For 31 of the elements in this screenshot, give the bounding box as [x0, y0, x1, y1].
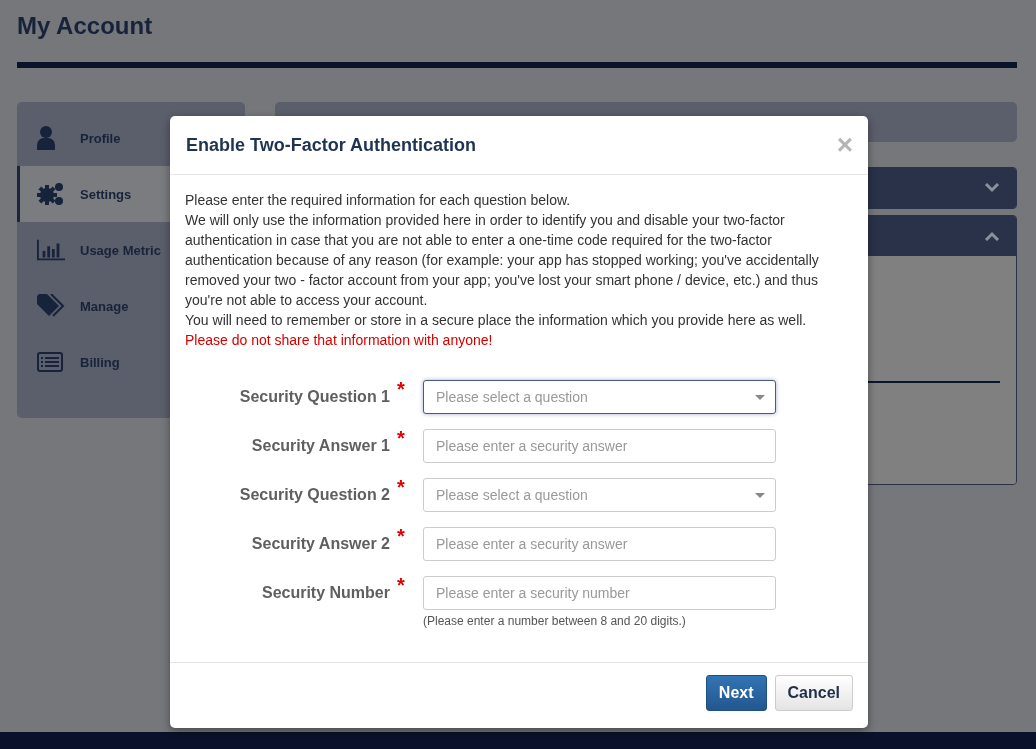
required-mark: *	[397, 429, 406, 451]
close-button[interactable]: ×	[836, 134, 853, 156]
next-button[interactable]: Next	[705, 674, 767, 711]
warning-text: Please do not share that information with anyone!	[185, 331, 494, 350]
question-select[interactable]: Please select a question	[423, 380, 776, 414]
caret-icon	[755, 493, 765, 498]
field-label: Security Answer 2	[251, 534, 390, 554]
list-icon	[37, 352, 63, 372]
field-label: Security Answer 1	[251, 436, 390, 456]
chevron-down-icon[interactable]	[984, 183, 1000, 193]
input-field[interactable]: Please enter a security answer	[423, 429, 776, 463]
cancel-button[interactable]: Cancel	[774, 674, 853, 711]
user-icon	[37, 126, 55, 150]
required-mark: *	[397, 380, 406, 402]
bar-chart-icon	[37, 239, 65, 261]
dialog-title: Enable Two-Factor Authentication	[186, 134, 476, 156]
tags-icon	[37, 294, 65, 318]
field-hint: (Please enter a number between 8 and 20 digits.)	[423, 614, 687, 629]
input-field[interactable]: Please enter a security answer	[423, 527, 776, 561]
required-mark: *	[397, 576, 406, 598]
gears-icon	[37, 181, 65, 207]
field-label: Security Number	[261, 583, 390, 603]
chevron-up-icon[interactable]	[984, 231, 1000, 241]
required-mark: *	[397, 478, 406, 500]
page-title: My Account	[17, 11, 154, 41]
field-label: Security Question 2	[239, 485, 390, 505]
info-text: You will need to remember or store in a secure place the information which you provide here as well.	[185, 311, 808, 330]
caret-icon	[755, 395, 765, 400]
field-label: Security Question 1	[239, 387, 390, 407]
required-mark: *	[397, 527, 406, 549]
input-field[interactable]: Please enter a security number	[423, 576, 776, 610]
